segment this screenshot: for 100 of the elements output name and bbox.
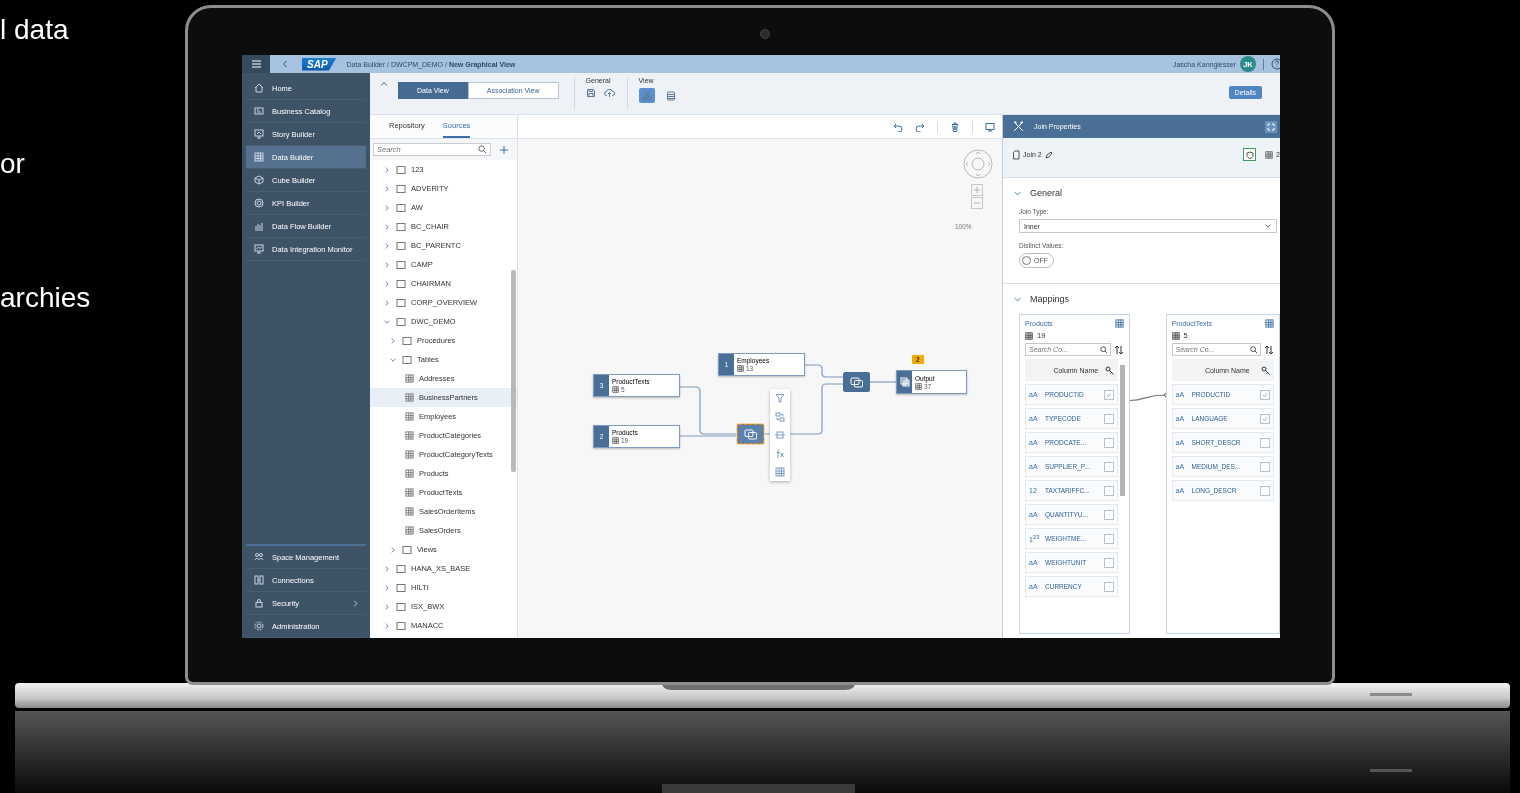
shield-icon — [1245, 150, 1254, 159]
zoom-out-icon — [973, 199, 981, 207]
table-icon — [405, 469, 414, 478]
join-node[interactable] — [843, 372, 870, 392]
monitor-icon[interactable] — [985, 121, 995, 132]
expand-icon — [1267, 122, 1275, 131]
save-icon[interactable] — [585, 88, 596, 98]
edit-icon[interactable] — [1044, 150, 1053, 159]
checkbox[interactable] — [1260, 413, 1270, 424]
monitor-icon — [254, 244, 264, 254]
search-icon — [478, 145, 487, 154]
plug-icon — [254, 575, 264, 585]
key-icon — [1261, 365, 1270, 375]
folder-icon — [396, 582, 406, 593]
search-icon — [1099, 345, 1108, 354]
camera-lens — [760, 29, 770, 39]
connector-line — [804, 364, 844, 378]
folder-icon — [396, 601, 406, 612]
connector-line — [869, 381, 897, 383]
table-settings-icon[interactable] — [1265, 319, 1274, 328]
join-icon — [743, 428, 758, 440]
checkbox[interactable] — [1103, 437, 1114, 448]
slide-text: or — [0, 147, 26, 181]
table-icon — [915, 382, 922, 390]
checkbox[interactable] — [1103, 485, 1114, 496]
table-icon — [612, 437, 619, 444]
folder-icon — [396, 202, 406, 213]
delete-icon[interactable] — [950, 121, 960, 132]
table-icon — [405, 412, 414, 421]
slide-text: l data — [0, 13, 70, 47]
checkbox[interactable] — [1103, 461, 1114, 472]
deploy-icon[interactable] — [603, 88, 615, 98]
checkbox[interactable] — [1260, 461, 1270, 472]
filter-icon[interactable] — [775, 393, 785, 404]
back-icon[interactable] — [280, 59, 290, 69]
folder-icon — [396, 221, 406, 232]
scrollbar-thumb[interactable] — [511, 270, 516, 472]
folder-icon — [402, 335, 412, 346]
bar-chart-icon — [254, 221, 264, 231]
checkbox[interactable] — [1103, 413, 1114, 424]
sort-icon[interactable] — [1264, 344, 1274, 355]
table-icon — [1025, 331, 1033, 340]
menu-button[interactable] — [242, 55, 270, 73]
table-icon[interactable] — [775, 466, 785, 477]
checkbox[interactable] — [1260, 485, 1270, 496]
table-icon — [405, 488, 414, 497]
undo-icon[interactable] — [893, 121, 903, 132]
dropdown-icon — [1264, 222, 1272, 230]
checkbox[interactable] — [1103, 581, 1114, 592]
tools-icon — [1013, 121, 1024, 132]
section-title: General — [1030, 188, 1063, 198]
shield-button[interactable] — [1243, 148, 1257, 161]
help-icon[interactable] — [1271, 58, 1280, 70]
target-icon — [254, 198, 264, 208]
projection-icon[interactable] — [775, 429, 785, 440]
zoom-in-button[interactable] — [971, 184, 983, 196]
folder-icon — [396, 259, 406, 270]
checkbox[interactable] — [1103, 389, 1114, 400]
list-icon — [665, 90, 676, 101]
pan-control-icon[interactable] — [963, 149, 993, 179]
table-icon — [254, 152, 264, 162]
add-icon[interactable] — [499, 144, 509, 155]
redo-icon[interactable] — [915, 121, 925, 132]
checkbox[interactable] — [1103, 533, 1114, 544]
expand-button[interactable] — [1265, 120, 1277, 133]
home-icon — [254, 83, 264, 93]
function-icon[interactable] — [775, 448, 785, 459]
check-icon — [1262, 391, 1268, 398]
key-icon — [1104, 365, 1114, 375]
table-icon — [405, 431, 414, 440]
folder-icon — [402, 354, 412, 365]
view-icon — [899, 377, 910, 387]
folder-icon — [396, 164, 406, 175]
search-icon — [1250, 345, 1258, 354]
checkbox[interactable] — [1260, 389, 1270, 400]
folder-icon — [396, 297, 406, 308]
check-icon — [1105, 391, 1112, 398]
table-settings-icon[interactable] — [1114, 319, 1124, 328]
checkbox[interactable] — [1260, 437, 1270, 448]
diagram-icon — [641, 90, 652, 101]
join-icon — [849, 376, 864, 388]
zoom-out-button[interactable] — [971, 197, 983, 209]
folder-icon — [396, 563, 406, 574]
table-icon — [612, 386, 619, 393]
checkbox[interactable] — [1103, 557, 1114, 568]
sort-icon[interactable] — [1113, 344, 1124, 355]
table-icon — [405, 393, 414, 402]
checkbox[interactable] — [1103, 509, 1114, 520]
section-title: Mappings — [1030, 294, 1070, 304]
folder-icon — [396, 620, 406, 631]
columns-icon[interactable] — [775, 411, 785, 422]
scrollbar-thumb[interactable] — [1119, 365, 1125, 496]
table-icon — [1171, 331, 1180, 340]
collapse-icon[interactable] — [379, 79, 389, 89]
table-icon — [405, 450, 414, 459]
join-node[interactable] — [737, 424, 764, 444]
view-mode-button[interactable] — [638, 88, 655, 103]
folder-icon — [396, 316, 406, 327]
folder-icon — [396, 240, 406, 251]
table-icon — [405, 526, 414, 535]
